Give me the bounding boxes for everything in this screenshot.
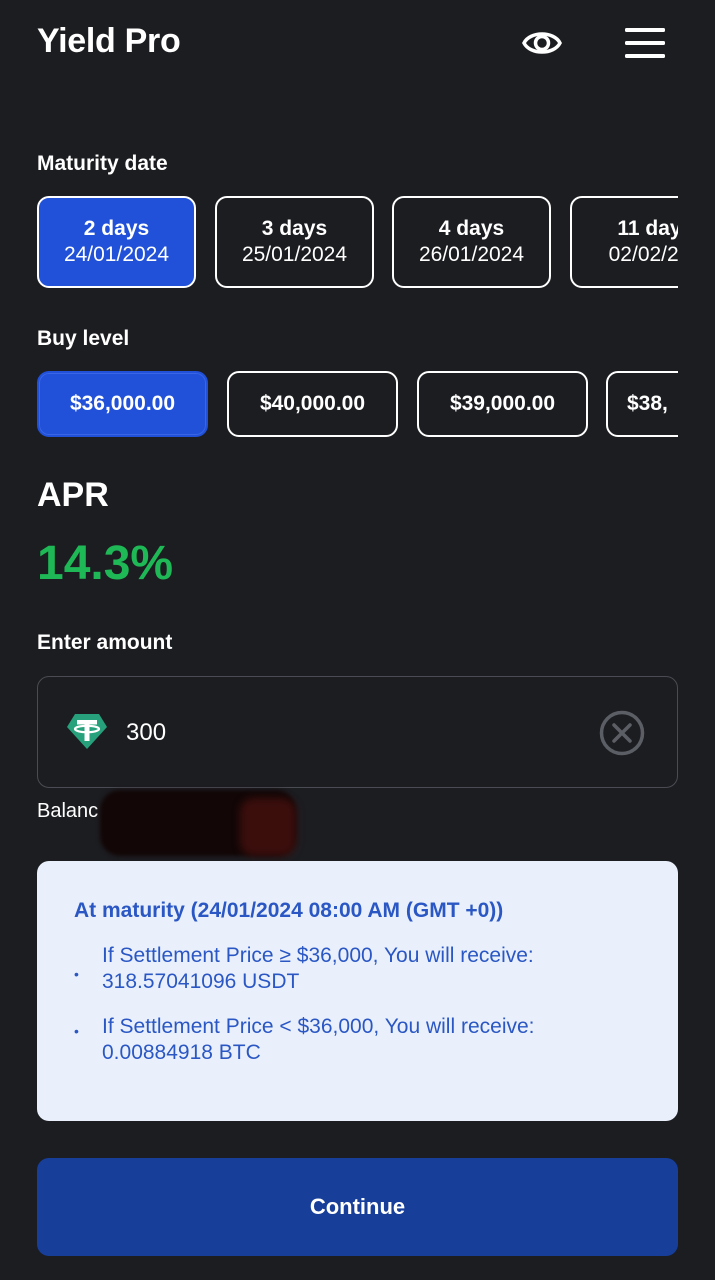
maturity-option-4-days[interactable]: 4 days 26/01/2024 xyxy=(392,196,551,288)
maturity-date-label: Maturity date xyxy=(37,152,168,175)
apr-label: APR xyxy=(37,476,109,514)
maturity-info-title: At maturity (24/01/2024 08:00 AM (GMT +0… xyxy=(74,899,504,922)
maturity-option-3-days[interactable]: 3 days 25/01/2024 xyxy=(215,196,374,288)
buy-level-option-38000[interactable]: $38, xyxy=(606,371,678,437)
balance-label: Balanc xyxy=(37,800,99,822)
usdt-icon xyxy=(66,711,108,751)
buy-level-option-39000[interactable]: $39,000.00 xyxy=(417,371,588,437)
buy-level-label: Buy level xyxy=(37,327,130,350)
info-item-text: If Settlement Price ≥ $36,000, You will … xyxy=(102,944,534,993)
bullet: • xyxy=(74,966,79,982)
maturity-option-11-days[interactable]: 11 day 02/02/20 xyxy=(570,196,678,288)
header: Yield Pro xyxy=(37,18,677,66)
apr-value: 14.3% xyxy=(37,537,174,590)
buy-level-options: $36,000.00 $40,000.00 $39,000.00 $38, xyxy=(37,371,678,437)
maturity-info-card: At maturity (24/01/2024 08:00 AM (GMT +0… xyxy=(37,861,678,1121)
maturity-option-date: 25/01/2024 xyxy=(241,243,348,266)
buy-level-option-36000[interactable]: $36,000.00 xyxy=(37,371,208,437)
amount-input[interactable] xyxy=(126,713,566,753)
info-item-text: If Settlement Price < $36,000, You will … xyxy=(102,1015,535,1064)
maturity-option-date: 24/01/2024 xyxy=(63,243,170,266)
info-item-above: • If Settlement Price ≥ $36,000, You wil… xyxy=(74,943,634,999)
amount-field[interactable] xyxy=(37,676,678,788)
continue-button[interactable]: Continue xyxy=(37,1158,678,1256)
maturity-date-options: 2 days 24/01/2024 3 days 25/01/2024 4 da… xyxy=(37,196,678,290)
app-title: Yield Pro xyxy=(37,22,181,60)
redaction-mark-tint xyxy=(240,798,296,856)
maturity-option-date: 02/02/20 xyxy=(608,243,678,266)
maturity-option-days: 3 days xyxy=(261,217,328,240)
maturity-option-days: 2 days xyxy=(83,217,150,240)
info-item-below: • If Settlement Price < $36,000, You wil… xyxy=(74,1014,634,1070)
menu-icon[interactable] xyxy=(623,24,667,62)
maturity-option-2-days[interactable]: 2 days 24/01/2024 xyxy=(37,196,196,288)
bullet: • xyxy=(74,1023,79,1039)
maturity-option-days: 4 days xyxy=(438,217,505,240)
maturity-option-days: 11 day xyxy=(617,217,678,240)
enter-amount-label: Enter amount xyxy=(37,631,173,654)
buy-level-option-40000[interactable]: $40,000.00 xyxy=(227,371,398,437)
eye-icon[interactable] xyxy=(521,22,563,64)
maturity-option-date: 26/01/2024 xyxy=(418,243,525,266)
close-circle-icon[interactable] xyxy=(598,709,646,757)
